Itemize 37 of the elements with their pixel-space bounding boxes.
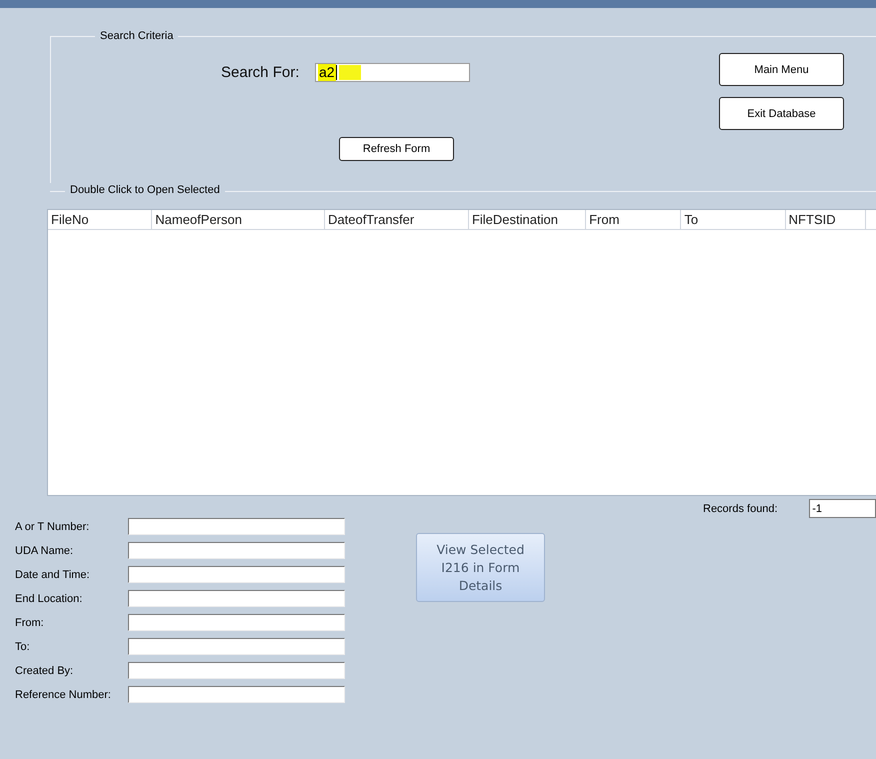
field-label: Created By: bbox=[15, 664, 74, 676]
input-field[interactable] bbox=[128, 662, 345, 679]
field-label: Date and Time: bbox=[15, 568, 91, 580]
input-field[interactable] bbox=[128, 638, 345, 655]
input-field[interactable] bbox=[128, 590, 345, 607]
column-header[interactable]: From bbox=[586, 210, 682, 229]
search-field[interactable]: a2 bbox=[315, 62, 470, 82]
field-label: Reference Number: bbox=[15, 688, 112, 700]
column-header[interactable]: NameofPerson bbox=[152, 210, 325, 229]
highlight-mark bbox=[338, 64, 361, 80]
frame-title: Double Click to Open Selected bbox=[65, 184, 225, 196]
search-label: Search For: bbox=[221, 64, 300, 80]
field-label: From: bbox=[15, 616, 45, 628]
input-field[interactable] bbox=[128, 614, 345, 631]
column-header[interactable]: FileDestination bbox=[468, 210, 586, 229]
text-cursor bbox=[336, 64, 337, 80]
records-label: Records found: bbox=[703, 502, 779, 514]
column-header[interactable]: To bbox=[681, 210, 786, 229]
results-table[interactable]: FileNo NameofPerson DateofTransfer FileDestination From To NFTSID bbox=[47, 209, 876, 496]
input-field[interactable] bbox=[128, 542, 345, 559]
column-header[interactable]: FileNo bbox=[48, 210, 152, 229]
refresh-button[interactable]: Refresh Form bbox=[339, 137, 454, 161]
records-field: -1 bbox=[809, 499, 876, 518]
field-label: UDA Name: bbox=[15, 544, 74, 556]
menu-button[interactable]: Exit Database bbox=[719, 97, 844, 130]
input-field[interactable] bbox=[128, 566, 345, 583]
field-label: A or T Number: bbox=[15, 520, 90, 532]
input-field[interactable] bbox=[128, 518, 345, 535]
field-label: End Location: bbox=[15, 592, 84, 604]
frame-title: Search Criteria bbox=[95, 30, 178, 42]
input-field[interactable] bbox=[128, 686, 345, 703]
field-label: To: bbox=[15, 640, 31, 652]
column-header[interactable]: NFTSID bbox=[786, 210, 866, 229]
search-value: a2 bbox=[318, 64, 336, 80]
view-details-button[interactable]: View Selected I216 in Form Details bbox=[416, 533, 545, 602]
menu-button[interactable]: Main Menu bbox=[719, 53, 844, 86]
column-header[interactable]: DateofTransfer bbox=[325, 210, 469, 229]
